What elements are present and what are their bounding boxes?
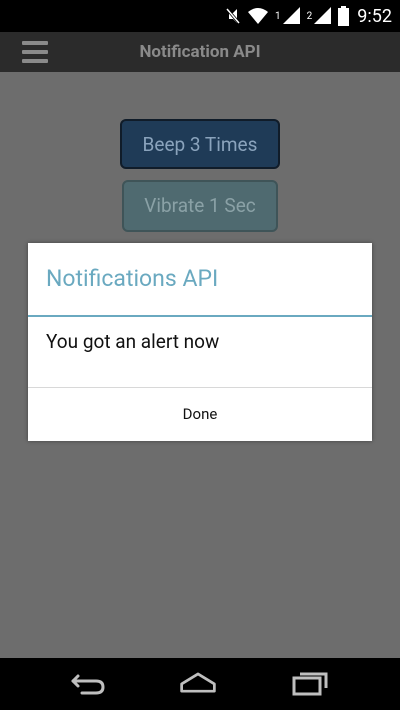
status-icons: 1 2 9:52 xyxy=(225,0,392,32)
sim2-label: 2 xyxy=(306,10,313,22)
dialog-title: Notifications API xyxy=(46,265,219,292)
wifi-icon xyxy=(248,8,269,24)
clock: 9:52 xyxy=(357,5,392,27)
dialog-message: You got an alert now xyxy=(46,330,220,353)
app-title: Notification API xyxy=(139,42,261,62)
sim1-label: 1 xyxy=(275,10,281,22)
recent-apps-icon[interactable] xyxy=(290,668,330,698)
beep-button[interactable]: Beep 3 Times xyxy=(120,119,280,169)
home-icon[interactable] xyxy=(178,668,218,698)
battery-icon xyxy=(338,6,350,26)
alert-dialog: Notifications API You got an alert now D… xyxy=(28,243,372,441)
navigation-bar xyxy=(0,658,400,710)
done-button[interactable]: Done xyxy=(28,388,372,440)
mute-icon xyxy=(225,8,241,24)
status-bar: 1 2 9:52 xyxy=(0,0,400,32)
vibrate-button[interactable]: Vibrate 1 Sec xyxy=(122,180,278,232)
back-icon[interactable] xyxy=(68,668,108,698)
app-bar: Notification API xyxy=(0,32,400,72)
signal-icon xyxy=(282,7,300,24)
signal-icon xyxy=(314,7,332,24)
